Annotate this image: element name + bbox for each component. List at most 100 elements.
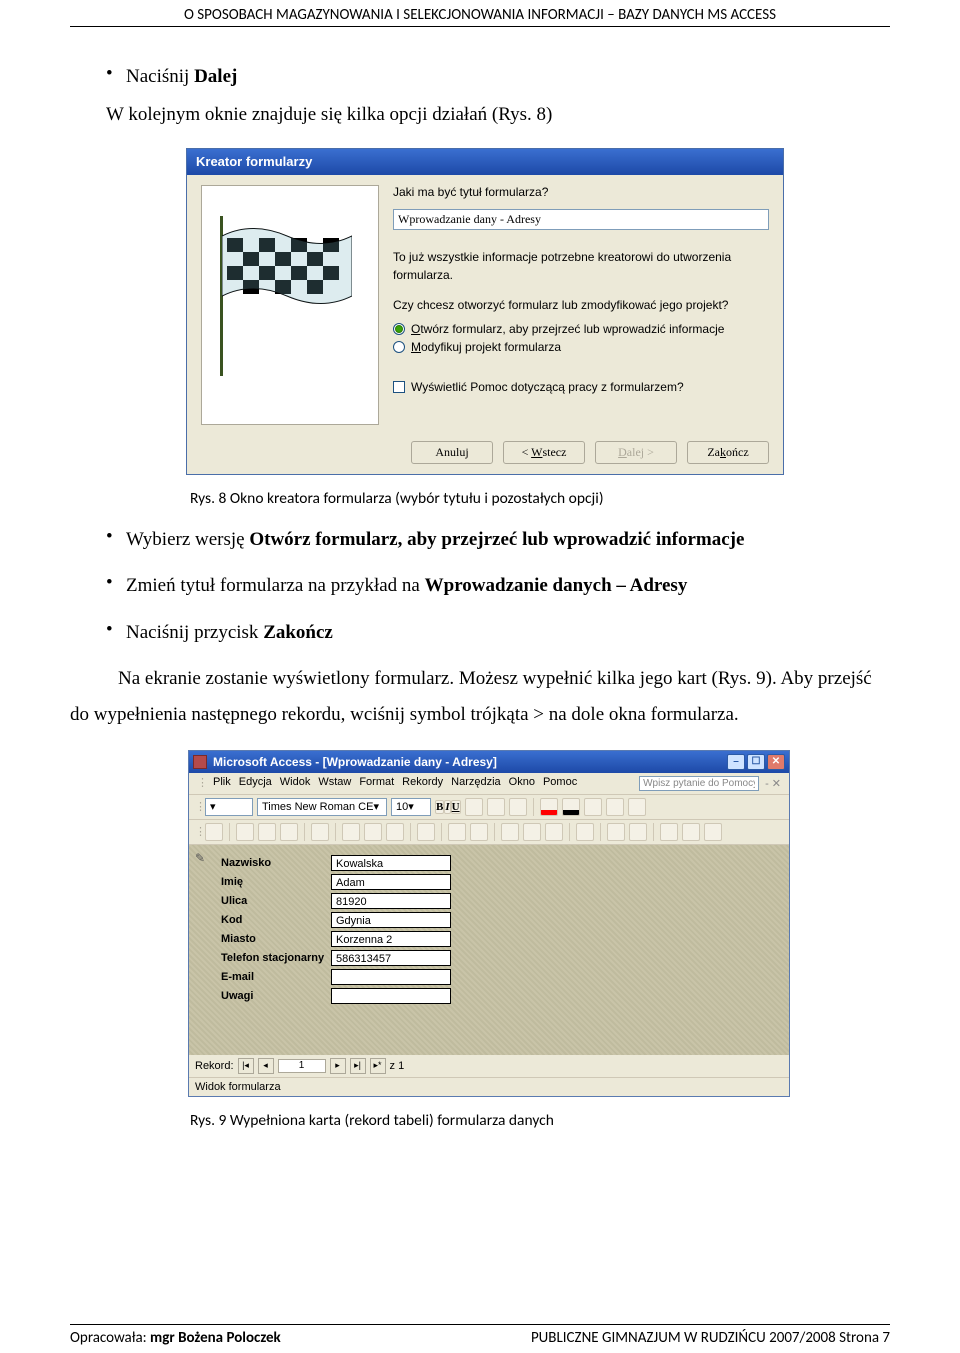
paste-icon[interactable] (386, 823, 404, 841)
field-input[interactable] (331, 969, 451, 985)
spell-icon[interactable] (311, 823, 329, 841)
undo-icon[interactable] (417, 823, 435, 841)
menu-wstaw[interactable]: Wstaw (318, 776, 351, 788)
radio-modify-form[interactable]: Modyfikuj projekt formularza (393, 340, 769, 354)
menu-widok[interactable]: Widok (280, 776, 311, 788)
format-i-icon[interactable]: I (444, 800, 450, 814)
font-size-select[interactable]: 10 ▾ (391, 798, 431, 816)
menubar: ⋮ Plik Edycja Widok Wstaw Format Rekordy Narzę… (189, 773, 789, 795)
record-label: Rekord: (195, 1060, 234, 1072)
bullet-dot: • (106, 63, 114, 92)
checkbox-show-help[interactable]: Wyświetlić Pomoc dotyczącą pracy z formu… (393, 380, 769, 394)
menu-plik[interactable]: Plik (213, 776, 231, 788)
form-row: Ulica81920 (221, 893, 783, 909)
format-b-icon[interactable]: B (435, 800, 444, 814)
menu-pomoc[interactable]: Pomoc (543, 776, 577, 788)
field-input[interactable] (331, 988, 451, 1004)
close-icon[interactable]: ✕ (767, 754, 785, 770)
field-input[interactable]: 586313457 (331, 950, 451, 966)
form-row: ImięAdam (221, 874, 783, 890)
status-bar: Widok formularza (189, 1077, 789, 1096)
menu-okno[interactable]: Okno (509, 776, 535, 788)
align-right-icon[interactable] (509, 798, 527, 816)
field-label: E-mail (221, 971, 331, 983)
access-titlebar: Microsoft Access - [Wprowadzanie dany - … (189, 751, 789, 773)
field-input[interactable]: Gdynia (331, 912, 451, 928)
font-name-select[interactable]: Times New Roman CE ▾ (257, 798, 387, 816)
record-number-input[interactable] (278, 1059, 326, 1073)
checkbox-label: Wyświetlić Pomoc dotyczącą pracy z formu… (411, 380, 684, 394)
save-icon[interactable] (236, 823, 254, 841)
field-input[interactable]: Kowalska (331, 855, 451, 871)
radio1-hotkey: O (411, 322, 420, 336)
align-center-icon[interactable] (487, 798, 505, 816)
wizard-para1: To już wszystkie informacje potrzebne kr… (393, 248, 769, 284)
db-window-icon[interactable] (660, 823, 678, 841)
nav-last-icon[interactable]: ▸| (350, 1058, 366, 1074)
page-footer: Opracowała: mgr Bożena Poloczek PUBLICZN… (70, 1324, 890, 1347)
field-label: Uwagi (221, 990, 331, 1002)
record-count: z 1 (390, 1060, 405, 1072)
mdi-close: - ✕ (765, 777, 781, 790)
maximize-icon[interactable]: ☐ (747, 754, 765, 770)
view-icon[interactable] (205, 823, 223, 841)
bullet-wybierz: • Wybierz wersję Otwórz formularz, aby p… (106, 526, 890, 555)
sort-desc-icon[interactable] (470, 823, 488, 841)
wizard-dialog: Kreator formularzy Jaki ma być tytuł for… (186, 148, 784, 475)
filter-sel-icon[interactable] (501, 823, 519, 841)
figure8-caption: Rys. 8 Okno kreatora formularza (wybór t… (190, 489, 890, 508)
find-icon[interactable] (576, 823, 594, 841)
menu-narzędzia[interactable]: Narzędzia (451, 776, 501, 788)
figure9-caption: Rys. 9 Wypełniona karta (rekord tabeli) … (190, 1111, 890, 1130)
apply-filter-icon[interactable] (545, 823, 563, 841)
nav-new-icon[interactable]: ▸* (370, 1058, 386, 1074)
nav-first-icon[interactable]: |◂ (238, 1058, 254, 1074)
nav-prev-icon[interactable]: ◂ (258, 1058, 274, 1074)
copy-icon[interactable] (364, 823, 382, 841)
menu-edycja[interactable]: Edycja (239, 776, 272, 788)
body-paragraph: Na ekranie zostanie wyświetlony formular… (70, 661, 890, 733)
new-object-icon[interactable] (682, 823, 700, 841)
form-row: NazwiskoKowalska (221, 855, 783, 871)
help-input[interactable] (639, 776, 759, 791)
bullet-dalej: • Naciśnij Dalej (106, 63, 890, 92)
radio-open-form[interactable]: Otwórz formularz, aby przejrzeć lub wpro… (393, 322, 769, 336)
radio2-hotkey: M (411, 340, 421, 354)
delete-record-icon[interactable] (629, 823, 647, 841)
wizard-titlebar: Kreator formularzy (187, 149, 783, 175)
field-label: Kod (221, 914, 331, 926)
checkbox-icon (393, 381, 405, 393)
minimize-icon[interactable]: – (727, 754, 745, 770)
help-icon[interactable] (704, 823, 722, 841)
menu-rekordy[interactable]: Rekordy (402, 776, 443, 788)
finish-button[interactable]: Zakończ (687, 441, 769, 464)
edit-pencil-icon (195, 851, 209, 865)
field-input[interactable]: Korzenna 2 (331, 931, 451, 947)
field-label: Imię (221, 876, 331, 888)
nav-next-icon[interactable]: ▸ (330, 1058, 346, 1074)
sort-asc-icon[interactable] (448, 823, 466, 841)
filter-form-icon[interactable] (523, 823, 541, 841)
font-color-icon[interactable] (562, 798, 580, 816)
border-icon[interactable] (606, 798, 624, 816)
field-label: Telefon stacjonarny (221, 952, 331, 964)
menubar-grip: ⋮ (197, 776, 203, 791)
menu-format[interactable]: Format (359, 776, 394, 788)
wizard-title-input[interactable] (393, 209, 769, 230)
format-u-icon[interactable]: U (451, 800, 461, 814)
field-input[interactable]: Adam (331, 874, 451, 890)
align-left-icon[interactable] (465, 798, 483, 816)
field-label: Miasto (221, 933, 331, 945)
preview-icon[interactable] (280, 823, 298, 841)
print-icon[interactable] (258, 823, 276, 841)
field-input[interactable]: 81920 (331, 893, 451, 909)
new-record-icon[interactable] (607, 823, 625, 841)
special-effect-icon[interactable] (628, 798, 646, 816)
cut-icon[interactable] (342, 823, 360, 841)
line-color-icon[interactable] (584, 798, 602, 816)
cancel-button[interactable]: Anuluj (411, 441, 493, 464)
radio-icon (393, 323, 405, 335)
back-button[interactable]: < Wstecz (503, 441, 585, 464)
object-selector[interactable]: ▾ (205, 798, 253, 816)
fill-color-icon[interactable] (540, 798, 558, 816)
